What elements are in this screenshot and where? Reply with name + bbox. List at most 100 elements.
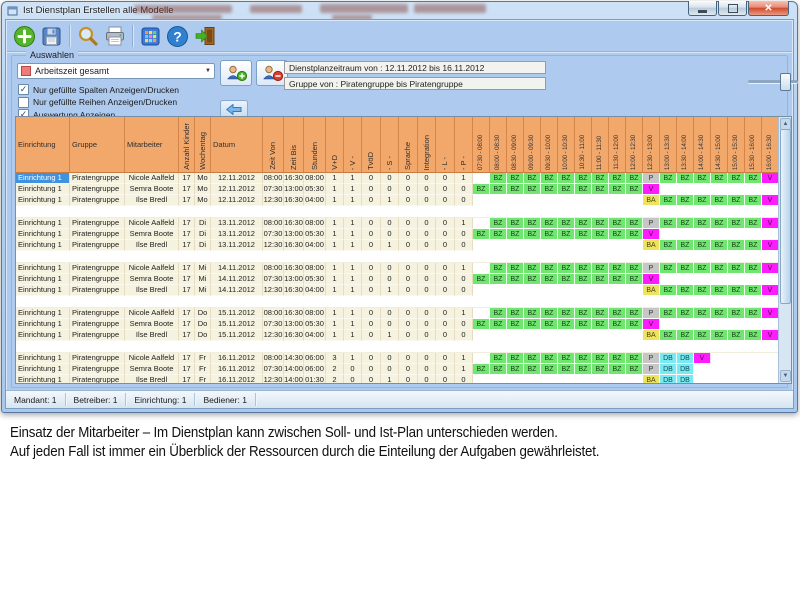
cell[interactable]: 17 bbox=[179, 285, 195, 296]
titlebar[interactable]: Ist Dienstplan Erstellen alle Modelle ✕ bbox=[2, 2, 797, 19]
slot-cell[interactable]: BZ bbox=[558, 184, 575, 195]
slot-cell[interactable]: BZ bbox=[507, 308, 524, 319]
time-column-header[interactable]: 08:30 - 09:00 bbox=[507, 117, 524, 173]
slot-cell[interactable] bbox=[524, 195, 541, 206]
slot-cell[interactable]: BZ bbox=[575, 173, 592, 184]
value-cell[interactable]: 0 bbox=[381, 263, 399, 274]
cell[interactable]: 04:00 bbox=[304, 195, 326, 206]
cell[interactable]: Einrichtung 1 bbox=[16, 229, 70, 240]
cell[interactable]: 14:00 bbox=[284, 364, 304, 375]
slot-cell[interactable] bbox=[745, 319, 762, 330]
column-header[interactable]: V+D bbox=[326, 117, 344, 173]
cell[interactable]: 04:00 bbox=[304, 330, 326, 341]
value-cell[interactable]: 2 bbox=[326, 364, 344, 375]
slot-cell[interactable]: V bbox=[762, 285, 779, 296]
slot-cell[interactable] bbox=[711, 364, 728, 375]
slot-cell[interactable]: BZ bbox=[490, 274, 507, 285]
slot-cell[interactable]: V bbox=[762, 330, 779, 341]
cell[interactable]: 08:00 bbox=[263, 218, 284, 229]
value-cell[interactable]: 1 bbox=[326, 184, 344, 195]
slot-cell[interactable]: BZ bbox=[677, 330, 694, 341]
assign-add-button[interactable] bbox=[220, 60, 252, 86]
cell[interactable]: Einrichtung 1 bbox=[16, 330, 70, 341]
cell[interactable]: 14:00 bbox=[284, 375, 304, 384]
slot-cell[interactable]: BA bbox=[643, 330, 660, 341]
value-cell[interactable]: 0 bbox=[418, 263, 436, 274]
column-header[interactable]: - S - bbox=[381, 117, 399, 173]
cell[interactable]: 07:30 bbox=[263, 274, 284, 285]
cell[interactable]: 12.11.2012 bbox=[211, 184, 263, 195]
slot-cell[interactable]: BZ bbox=[524, 319, 541, 330]
value-cell[interactable]: 3 bbox=[326, 353, 344, 364]
plan-grid-button[interactable] bbox=[137, 23, 164, 50]
cell[interactable]: 16:30 bbox=[284, 263, 304, 274]
cell[interactable]: Nicole Aalfeld bbox=[125, 173, 179, 184]
value-cell[interactable]: 0 bbox=[436, 195, 455, 206]
cell[interactable]: 17 bbox=[179, 319, 195, 330]
value-cell[interactable]: 0 bbox=[455, 319, 473, 330]
minimize-button[interactable] bbox=[688, 1, 717, 16]
slot-cell[interactable]: P bbox=[643, 218, 660, 229]
slot-cell[interactable]: BZ bbox=[677, 195, 694, 206]
value-cell[interactable]: 0 bbox=[362, 195, 381, 206]
value-cell[interactable]: 0 bbox=[436, 240, 455, 251]
cell[interactable]: 08:00 bbox=[304, 263, 326, 274]
slot-cell[interactable]: BZ bbox=[524, 308, 541, 319]
cell[interactable]: 08:00 bbox=[263, 308, 284, 319]
slot-cell[interactable]: BZ bbox=[626, 229, 643, 240]
slot-cell[interactable]: BZ bbox=[592, 263, 609, 274]
slot-cell[interactable]: BZ bbox=[609, 364, 626, 375]
cell[interactable]: Einrichtung 1 bbox=[16, 285, 70, 296]
slot-cell[interactable]: BZ bbox=[575, 319, 592, 330]
cell[interactable]: 07:30 bbox=[263, 319, 284, 330]
slot-cell[interactable]: BZ bbox=[592, 229, 609, 240]
slot-cell[interactable]: BZ bbox=[711, 263, 728, 274]
slot-cell[interactable]: BZ bbox=[524, 229, 541, 240]
cell[interactable]: Do bbox=[195, 330, 211, 341]
slot-cell[interactable]: P bbox=[643, 308, 660, 319]
value-cell[interactable]: 0 bbox=[436, 263, 455, 274]
slot-cell[interactable]: BA bbox=[643, 285, 660, 296]
slot-cell[interactable] bbox=[762, 353, 779, 364]
save-button[interactable] bbox=[38, 23, 65, 50]
slot-cell[interactable] bbox=[711, 184, 728, 195]
time-column-header[interactable]: 12:30 - 13:00 bbox=[643, 117, 660, 173]
slot-cell[interactable] bbox=[592, 285, 609, 296]
slot-cell[interactable]: BZ bbox=[541, 173, 558, 184]
slot-cell[interactable] bbox=[524, 330, 541, 341]
maximize-button[interactable] bbox=[718, 1, 747, 16]
slot-cell[interactable]: BZ bbox=[694, 240, 711, 251]
slot-cell[interactable] bbox=[762, 375, 779, 384]
cell[interactable]: Semra Boote bbox=[125, 184, 179, 195]
value-cell[interactable]: 0 bbox=[418, 184, 436, 195]
slot-cell[interactable] bbox=[490, 375, 507, 384]
value-cell[interactable]: 0 bbox=[362, 274, 381, 285]
value-cell[interactable]: 1 bbox=[344, 218, 362, 229]
cell[interactable]: Piratengruppe bbox=[70, 229, 125, 240]
slot-cell[interactable]: BZ bbox=[677, 308, 694, 319]
help-button[interactable]: ? bbox=[164, 23, 191, 50]
slot-cell[interactable]: BZ bbox=[677, 285, 694, 296]
cell[interactable]: 16.11.2012 bbox=[211, 364, 263, 375]
cell[interactable]: 16:30 bbox=[284, 308, 304, 319]
value-cell[interactable]: 0 bbox=[455, 375, 473, 384]
slot-cell[interactable]: P bbox=[643, 353, 660, 364]
cell[interactable]: Einrichtung 1 bbox=[16, 195, 70, 206]
cell[interactable]: 12:30 bbox=[263, 330, 284, 341]
slot-cell[interactable] bbox=[490, 285, 507, 296]
value-cell[interactable]: 1 bbox=[455, 218, 473, 229]
slot-cell[interactable]: BZ bbox=[490, 173, 507, 184]
slot-cell[interactable] bbox=[694, 364, 711, 375]
cell[interactable]: Do bbox=[195, 308, 211, 319]
cell[interactable]: Einrichtung 1 bbox=[16, 173, 70, 184]
cell[interactable]: 08:00 bbox=[263, 263, 284, 274]
value-cell[interactable]: 1 bbox=[326, 274, 344, 285]
slot-cell[interactable]: BZ bbox=[507, 218, 524, 229]
slot-cell[interactable]: BZ bbox=[677, 218, 694, 229]
cell[interactable]: Mi bbox=[195, 285, 211, 296]
slot-cell[interactable]: BZ bbox=[524, 364, 541, 375]
slot-cell[interactable] bbox=[473, 285, 490, 296]
checkbox-row[interactable]: ✓Nur gefüllte Spalten Anzeigen/Drucken bbox=[18, 84, 179, 95]
slot-cell[interactable]: BZ bbox=[575, 263, 592, 274]
value-cell[interactable]: 0 bbox=[418, 195, 436, 206]
